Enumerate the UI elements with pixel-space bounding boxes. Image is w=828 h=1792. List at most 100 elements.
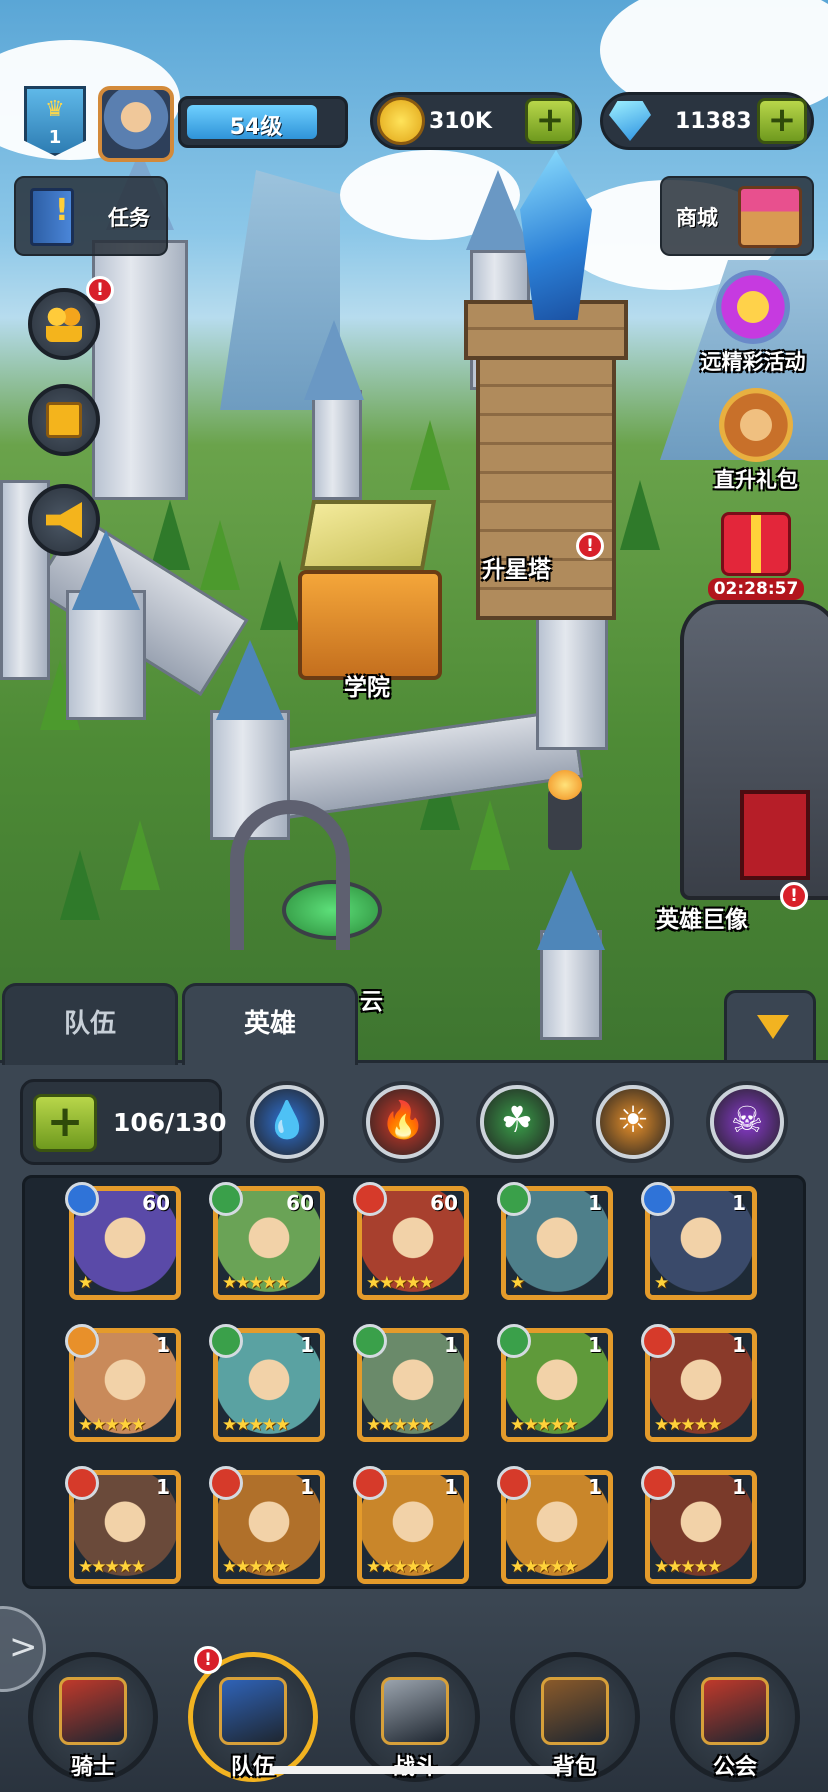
- nav-knight-helmet[interactable]: 骑士: [28, 1652, 158, 1782]
- hero-level: 1: [732, 1475, 746, 1499]
- fire-element-icon: [353, 1182, 387, 1216]
- portal-arch: [230, 800, 350, 950]
- tab-heroes[interactable]: 英雄: [182, 983, 358, 1065]
- tree: [60, 850, 100, 920]
- castle-tower: [536, 600, 608, 750]
- filter-water-button[interactable]: 💧: [250, 1085, 324, 1159]
- shop-stall-icon: [738, 186, 802, 248]
- water-element-icon: [641, 1182, 675, 1216]
- sun-icon: ☀: [616, 1100, 650, 1141]
- team-shield-icon: [219, 1677, 287, 1745]
- hero-level: 60: [430, 1191, 458, 1215]
- fire-element-icon: [497, 1466, 531, 1500]
- mail-button[interactable]: [28, 384, 100, 456]
- add-gems-button[interactable]: +: [757, 98, 807, 144]
- clover-icon: ☘: [500, 1100, 534, 1141]
- star-tower-alert-icon: !: [576, 532, 604, 560]
- nav-crossed-swords[interactable]: 战斗: [350, 1652, 480, 1782]
- hero-stars: ★★★★★: [366, 1415, 434, 1435]
- hero-level: 1: [300, 1475, 314, 1499]
- quest-button[interactable]: 任务: [14, 176, 168, 256]
- chevron-down-icon: [757, 1015, 789, 1039]
- hero-stars: ★★★★★: [78, 1557, 146, 1577]
- level-up-pack-button[interactable]: 直升礼包: [700, 388, 812, 494]
- expand-capacity-button[interactable]: +: [33, 1094, 97, 1152]
- add-gold-button[interactable]: +: [525, 98, 575, 144]
- player-avatar[interactable]: [98, 86, 174, 162]
- hero-stars: ★★★★★: [366, 1557, 434, 1577]
- hero-pack-icon: [719, 388, 793, 462]
- timed-gift-button[interactable]: 02:28:57: [700, 512, 812, 600]
- academy-building[interactable]: [298, 570, 442, 680]
- hero-grid: 60 ★ 60 ★★★★★ 60 ★★★★★ 1 ★ 1 ★ 1 ★★★★★ 1 ★★★★★ 1 ★★★★★ 1…: [22, 1175, 806, 1589]
- nature-element-icon: [497, 1182, 531, 1216]
- tree: [120, 820, 160, 890]
- collapse-panel-button[interactable]: [724, 990, 816, 1068]
- castle-tower: [312, 390, 362, 500]
- tab-team[interactable]: 队伍: [2, 983, 178, 1065]
- academy-book: [299, 500, 437, 570]
- tree: [620, 480, 660, 550]
- fire-element-icon: [65, 1466, 99, 1500]
- skull-icon: ☠: [730, 1100, 764, 1141]
- announcement-button[interactable]: [28, 484, 100, 556]
- hero-stars: ★★★★★: [78, 1415, 146, 1435]
- academy-label[interactable]: 学院: [344, 668, 390, 702]
- gift-box-icon: [721, 512, 791, 576]
- torch-flame: [548, 770, 582, 800]
- nav-label: 骑士: [70, 1755, 115, 1780]
- tree: [200, 520, 240, 590]
- nav-guild-emblem[interactable]: 公会: [670, 1652, 800, 1782]
- events-button[interactable]: 远精彩活动: [688, 270, 818, 376]
- nav-label: 战斗: [355, 1749, 475, 1781]
- fire-element-icon: [209, 1466, 243, 1500]
- nature-element-icon: [353, 1324, 387, 1358]
- star-tower-label[interactable]: 升星塔: [482, 550, 551, 584]
- nature-element-icon: [497, 1324, 531, 1358]
- tower-roof: [216, 640, 284, 720]
- gem-display: 11383 +: [600, 92, 814, 150]
- hero-level: 1: [444, 1333, 458, 1357]
- hero-level: 1: [156, 1475, 170, 1499]
- hero-level: 1: [588, 1333, 602, 1357]
- filter-fire-button[interactable]: 🔥: [366, 1085, 440, 1159]
- friends-icon: [46, 306, 82, 342]
- tower-roof: [304, 320, 364, 400]
- fire-element-icon: [641, 1466, 675, 1500]
- partial-building-label[interactable]: 云: [360, 982, 383, 1016]
- hero-stars: ★★★★★: [222, 1273, 290, 1293]
- crown-icon: ♛: [45, 97, 65, 122]
- gold-display: 310K +: [370, 92, 582, 150]
- megaphone-icon: [46, 502, 82, 538]
- nav-label: 背包: [552, 1755, 597, 1780]
- fire-element-icon: [641, 1324, 675, 1358]
- hero-level: 1: [156, 1333, 170, 1357]
- tree: [260, 560, 300, 630]
- hero-stars: ★★★★★: [654, 1557, 722, 1577]
- hero-stars: ★★★★★: [510, 1415, 578, 1435]
- hero-stars: ★★★★★: [222, 1557, 290, 1577]
- filter-light-button[interactable]: ☀: [596, 1085, 670, 1159]
- hero-statue-label[interactable]: 英雄巨像: [656, 900, 748, 934]
- nature-element-icon: [209, 1324, 243, 1358]
- filter-nature-button[interactable]: ☘: [480, 1085, 554, 1159]
- nav-backpack[interactable]: 背包: [510, 1652, 640, 1782]
- gold-amount: 310K: [429, 109, 492, 134]
- hero-stars: ★★★★★: [366, 1273, 434, 1293]
- tree: [470, 800, 510, 870]
- shop-button[interactable]: 商城: [660, 176, 814, 256]
- filter-dark-button[interactable]: ☠: [710, 1085, 784, 1159]
- gem-amount: 11383: [675, 109, 752, 134]
- hero-level: 60: [142, 1191, 170, 1215]
- water-drop-icon: 💧: [264, 1100, 310, 1141]
- hero-level: 1: [732, 1191, 746, 1215]
- home-indicator: [270, 1766, 560, 1774]
- hero-level: 1: [588, 1191, 602, 1215]
- hero-stars: ★: [654, 1273, 669, 1293]
- tree: [150, 500, 190, 570]
- rank-number: 1: [48, 127, 62, 148]
- hero-stars: ★: [510, 1273, 525, 1293]
- level-bar[interactable]: 54级: [178, 96, 348, 148]
- hero-level: 1: [444, 1475, 458, 1499]
- hero-panel: 队伍 英雄 + 106/130 💧 🔥 ☘ ☀ ☠ 60 ★ 60 ★★★★★ 60 ★★★★★ 1…: [0, 983, 828, 1600]
